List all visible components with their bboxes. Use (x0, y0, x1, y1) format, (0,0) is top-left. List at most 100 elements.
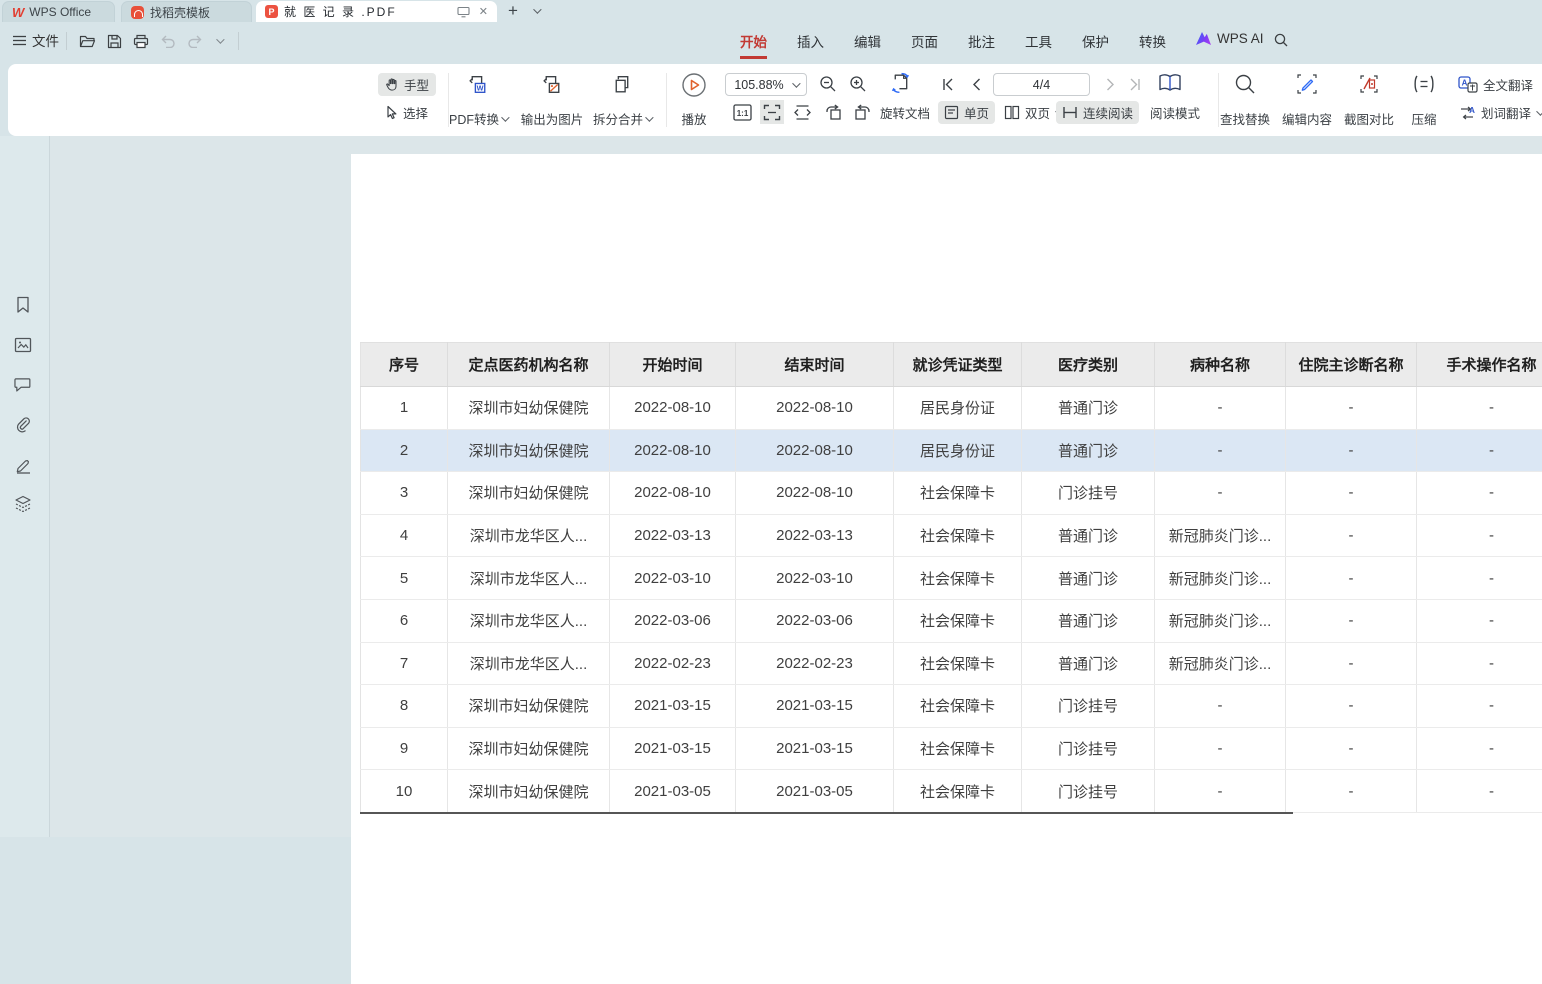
next-page-button[interactable] (1098, 72, 1122, 96)
read-mode-button[interactable]: 阅读模式 (1144, 101, 1206, 124)
table-cell: 5 (361, 557, 448, 600)
menu-tab-4[interactable]: 页面 (911, 31, 938, 59)
play-button[interactable]: 播放 (672, 70, 716, 130)
search-icon[interactable] (1270, 29, 1292, 51)
select-tool-button[interactable]: 选择 (378, 101, 436, 124)
document-view-area[interactable]: 序号定点医药机构名称开始时间结束时间就诊凭证类型医疗类别病种名称住院主诊断名称手… (50, 136, 1542, 837)
pdf-convert-label: PDF转换 (449, 109, 499, 128)
tab-docer-templates[interactable]: 找稻壳模板 (121, 1, 252, 22)
edit-content-button[interactable]: 编辑内容 (1276, 70, 1338, 130)
zoom-out-button[interactable] (816, 72, 840, 96)
rotate-right-button[interactable] (850, 100, 874, 124)
print-icon[interactable] (130, 30, 152, 52)
continuous-read-button[interactable]: 连续阅读 (1056, 101, 1139, 124)
table-cell: 2021-03-15 (610, 727, 736, 770)
table-cell: - (1286, 685, 1417, 728)
table-cell: - (1286, 557, 1417, 600)
hand-tool-label: 手型 (404, 75, 429, 94)
last-page-button[interactable] (1122, 72, 1146, 96)
table-cell: 深圳市妇幼保健院 (448, 429, 610, 472)
attachment-icon[interactable] (13, 415, 33, 435)
previous-page-button[interactable] (964, 72, 988, 96)
bookmark-icon[interactable] (13, 295, 33, 315)
ribbon-toolbar: 手型 选择 W PDF转换 输出为图片 拆分合并 (8, 64, 1542, 136)
menu-tab-2[interactable]: 插入 (797, 31, 824, 59)
find-replace-button[interactable]: 查找替换 (1214, 70, 1276, 130)
comment-icon[interactable] (13, 375, 33, 395)
compress-icon (1411, 72, 1437, 96)
new-tab-button[interactable]: + (508, 0, 518, 22)
hand-tool-button[interactable]: 手型 (378, 73, 436, 96)
word-translate-button[interactable]: A 划词翻译 (1452, 101, 1542, 124)
export-image-button[interactable]: 输出为图片 (516, 70, 588, 130)
tab-wps-home[interactable]: W WPS Office (2, 1, 115, 22)
menu-tab-3[interactable]: 编辑 (854, 31, 881, 59)
pdf-convert-icon: W (466, 72, 491, 97)
zoom-level-combobox[interactable]: 105.88% (725, 73, 807, 96)
table-cell: - (1417, 685, 1542, 728)
pdf-convert-button[interactable]: W PDF转换 (440, 70, 516, 130)
table-cell: 社会保障卡 (894, 557, 1022, 600)
signature-icon[interactable] (13, 455, 33, 475)
file-menu-button[interactable]: 文件 (12, 30, 59, 50)
table-cell: 新冠肺炎门诊... (1155, 599, 1286, 642)
table-cell: 深圳市妇幼保健院 (448, 387, 610, 430)
save-icon[interactable] (103, 30, 125, 52)
tab-list-dropdown[interactable] (533, 0, 539, 22)
close-icon[interactable]: ✕ (479, 5, 488, 18)
fit-page-button[interactable] (760, 100, 784, 124)
actual-size-button[interactable]: 1:1 (730, 100, 754, 124)
table-cell: - (1286, 770, 1417, 813)
compress-button[interactable]: 压缩 (1400, 70, 1448, 130)
menu-tab-7[interactable]: 保护 (1082, 31, 1109, 59)
open-folder-icon[interactable] (76, 30, 98, 52)
screenshot-compare-button[interactable]: 截图对比 (1338, 70, 1400, 130)
divider (238, 32, 239, 50)
table-cell: 社会保障卡 (894, 642, 1022, 685)
table-cell: 普通门诊 (1022, 387, 1155, 430)
menu-bar: 文件 开始 插入 编辑 页面 批注 工具 保护 转换 WPS AI (0, 22, 1542, 64)
layers-icon[interactable] (13, 494, 33, 514)
zoom-in-button[interactable] (846, 72, 870, 96)
page-number-input[interactable]: 4/4 (993, 73, 1090, 96)
continuous-read-label: 连续阅读 (1083, 103, 1133, 122)
redo-icon[interactable] (184, 30, 206, 52)
wps-ai-button[interactable]: WPS AI (1196, 31, 1264, 46)
first-page-button[interactable] (936, 72, 960, 96)
table-cell: 普通门诊 (1022, 514, 1155, 557)
tab-pdf-document[interactable]: P 就 医 记 录 .PDF ✕ (256, 1, 497, 22)
table-header-row: 序号定点医药机构名称开始时间结束时间就诊凭证类型医疗类别病种名称住院主诊断名称手… (361, 343, 1542, 387)
tab-label: 就 医 记 录 .PDF (284, 3, 397, 20)
table-cell: 门诊挂号 (1022, 472, 1155, 515)
table-cell: 新冠肺炎门诊... (1155, 514, 1286, 557)
single-page-button[interactable]: 单页 (938, 101, 995, 124)
read-mode-icon[interactable] (1157, 71, 1183, 95)
edit-content-icon (1295, 72, 1319, 96)
column-header: 手术操作名称 (1417, 343, 1542, 387)
table-cell: - (1417, 770, 1542, 813)
fit-width-button[interactable] (790, 100, 814, 124)
full-translate-button[interactable]: A 全文翻译 (1452, 73, 1539, 96)
table-cell: - (1155, 727, 1286, 770)
rotate-document-icon[interactable] (888, 70, 915, 97)
table-cell: 7 (361, 642, 448, 685)
table-row: 10深圳市妇幼保健院2021-03-052021-03-05社会保障卡门诊挂号-… (361, 770, 1542, 813)
menu-tab-8[interactable]: 转换 (1139, 31, 1166, 59)
screenshot-compare-label: 截图对比 (1344, 109, 1394, 128)
split-merge-button[interactable]: 拆分合并 (586, 70, 658, 130)
rotate-document-label[interactable]: 旋转文档 (874, 101, 936, 124)
monitor-icon[interactable] (457, 6, 470, 18)
edit-content-label: 编辑内容 (1282, 109, 1332, 128)
play-label: 播放 (681, 109, 706, 128)
table-cell: - (1155, 770, 1286, 813)
cursor-icon (384, 105, 398, 120)
menu-tab-1[interactable]: 开始 (740, 31, 767, 59)
rotate-left-button[interactable] (822, 100, 846, 124)
quick-access-dropdown[interactable] (211, 30, 227, 52)
menu-tab-5[interactable]: 批注 (968, 31, 995, 59)
menu-tab-6[interactable]: 工具 (1025, 31, 1052, 59)
thumbnail-icon[interactable] (13, 335, 33, 355)
table-cell: 3 (361, 472, 448, 515)
chevron-down-icon (1536, 107, 1542, 115)
undo-icon[interactable] (157, 30, 179, 52)
